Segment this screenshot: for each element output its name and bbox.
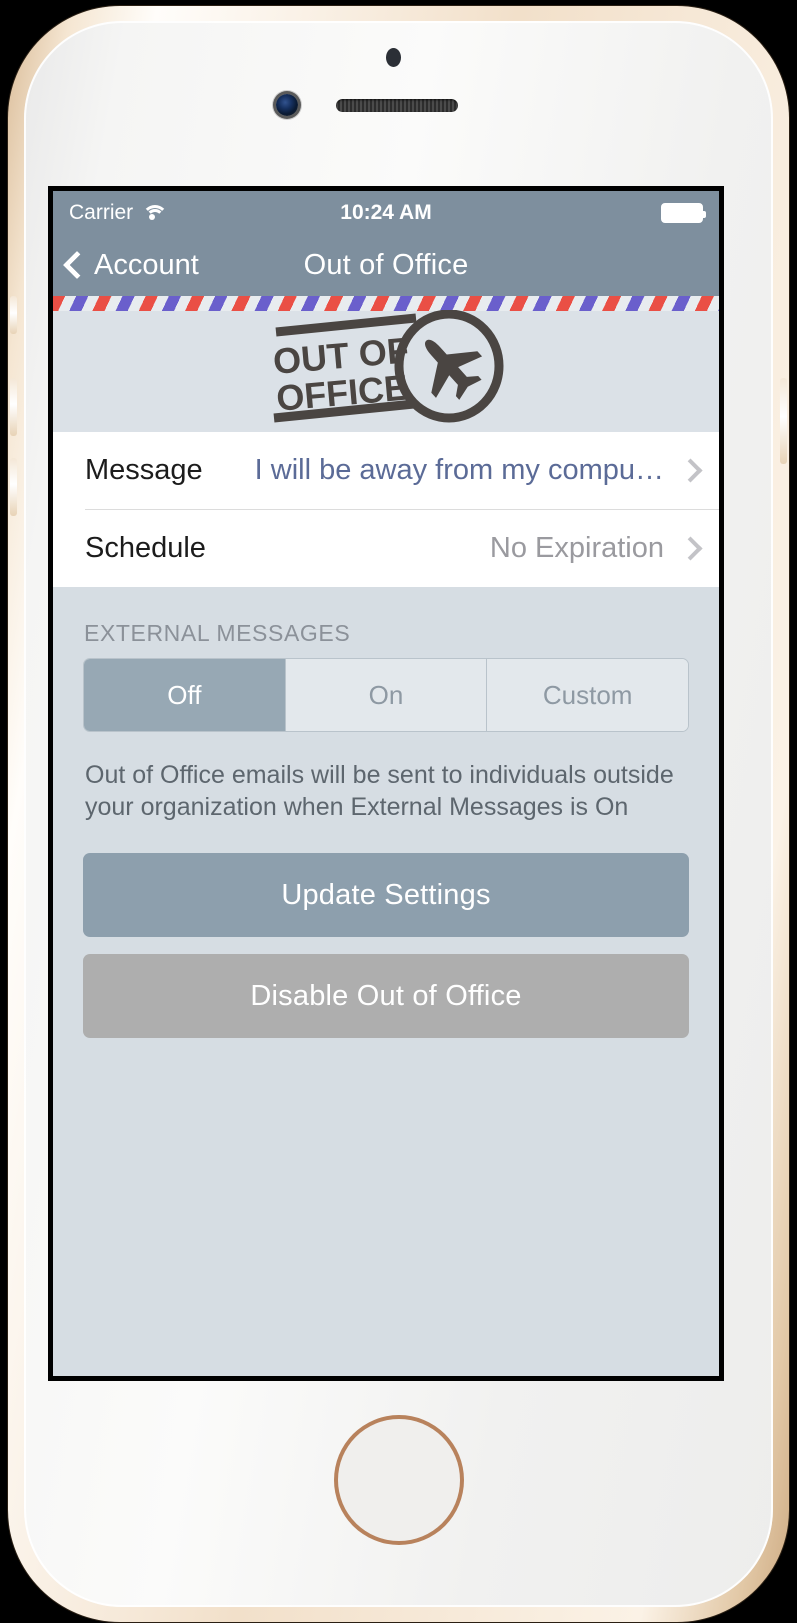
proximity-sensor-icon <box>386 48 401 67</box>
volume-up-button[interactable] <box>10 378 17 436</box>
external-messages-header: EXTERNAL MESSAGES <box>84 620 351 646</box>
external-messages-section: EXTERNAL MESSAGES Off On Custom Out of O… <box>53 587 719 823</box>
status-bar-right <box>661 202 706 223</box>
screen-bezel: Carrier 10:24 AM Account Out of Office O… <box>48 186 724 1381</box>
schedule-row-value: No Expiration <box>489 532 664 564</box>
back-button[interactable]: Account <box>62 248 199 282</box>
table-row-message[interactable]: Message I will be away from my compu… <box>53 432 719 509</box>
wifi-icon <box>141 204 169 221</box>
front-camera-icon <box>276 94 298 116</box>
earpiece-speaker-icon <box>336 99 458 112</box>
airplane-icon <box>425 339 483 400</box>
update-settings-button[interactable]: Update Settings <box>83 853 689 937</box>
home-button[interactable] <box>333 1415 464 1545</box>
settings-table: Message I will be away from my compu… Sc… <box>53 432 719 587</box>
mute-switch[interactable] <box>10 296 17 334</box>
segment-on[interactable]: On <box>284 659 487 731</box>
message-row-value: I will be away from my compu… <box>254 454 664 486</box>
segment-custom[interactable]: Custom <box>486 659 688 731</box>
message-row-label: Message <box>85 454 203 486</box>
external-messages-segmented-control[interactable]: Off On Custom <box>83 658 689 732</box>
chevron-right-icon <box>678 536 703 561</box>
chevron-left-icon <box>62 250 92 280</box>
schedule-row-label: Schedule <box>85 532 206 564</box>
status-bar: Carrier 10:24 AM <box>53 191 719 234</box>
segment-off[interactable]: Off <box>84 659 285 731</box>
power-button[interactable] <box>780 378 787 464</box>
disable-out-of-office-button[interactable]: Disable Out of Office <box>83 954 689 1038</box>
carrier-label: Carrier <box>69 200 134 224</box>
out-of-office-stamp-logo: OUT OF OFFICE <box>268 310 508 428</box>
chevron-right-icon <box>678 458 703 483</box>
navigation-bar: Account Out of Office <box>53 234 719 296</box>
out-of-office-banner: OUT OF OFFICE <box>53 296 719 432</box>
back-button-label: Account <box>94 248 199 281</box>
battery-full-icon <box>661 202 706 223</box>
status-bar-left: Carrier <box>69 200 169 225</box>
external-messages-description: Out of Office emails will be sent to ind… <box>85 761 674 821</box>
screen: Carrier 10:24 AM Account Out of Office O… <box>53 191 719 1376</box>
volume-down-button[interactable] <box>10 458 17 516</box>
airmail-stripe <box>53 296 719 311</box>
action-buttons: Update Settings Disable Out of Office <box>53 823 719 1038</box>
table-row-schedule[interactable]: Schedule No Expiration <box>53 510 719 587</box>
